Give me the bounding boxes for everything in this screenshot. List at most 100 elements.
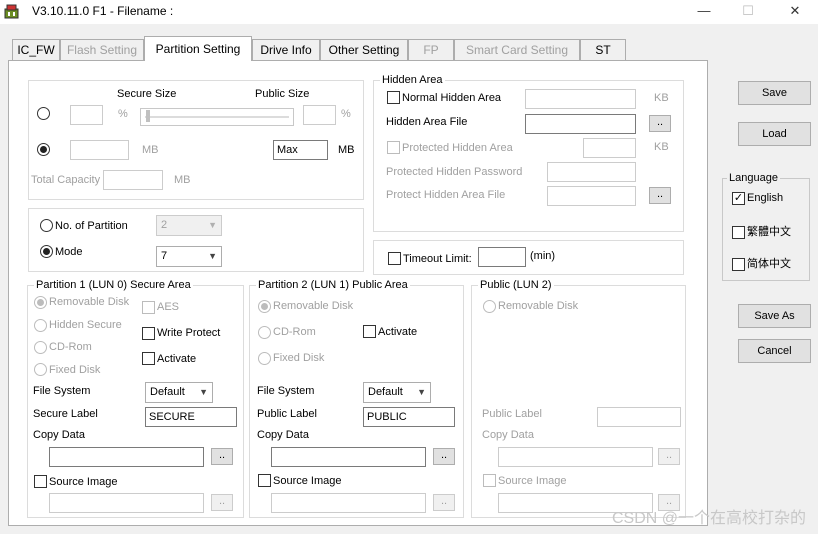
p3-label-input[interactable] — [597, 407, 681, 427]
p3-source-image-browse-button[interactable]: .. — [658, 494, 680, 511]
save-as-button[interactable]: Save As — [738, 304, 811, 328]
public-mb-input[interactable]: Max — [273, 140, 328, 160]
p1-source-image-browse-button[interactable]: .. — [211, 494, 233, 511]
p1-removable-disk-label: Removable Disk — [49, 296, 130, 308]
tab-other-setting[interactable]: Other Setting — [320, 39, 408, 60]
protected-hidden-password-label: Protected Hidden Password — [386, 166, 523, 178]
tab-fp[interactable]: FP — [408, 39, 454, 60]
p2-copy-data-browse-button[interactable]: .. — [433, 448, 455, 465]
p1-file-system-select[interactable]: Default ▼ — [145, 382, 213, 403]
p2-cd-rom-radio[interactable] — [258, 326, 271, 339]
p1-cd-rom-label: CD-Rom — [49, 341, 92, 353]
p2-copy-data-label: Copy Data — [257, 429, 309, 441]
tab-ic-fw[interactable]: IC_FW — [12, 39, 60, 60]
p1-file-system-label: File System — [33, 385, 91, 397]
protected-hidden-area-input[interactable] — [583, 138, 636, 158]
p1-copy-data-input[interactable] — [49, 447, 204, 467]
public-percent-input[interactable] — [303, 105, 336, 125]
protect-hidden-area-file-input[interactable] — [547, 186, 636, 206]
p1-source-image-label: Source Image — [49, 476, 118, 488]
total-capacity-input[interactable] — [103, 170, 163, 190]
p3-source-image-checkbox[interactable] — [483, 474, 496, 487]
size-slider-thumb[interactable] — [146, 110, 150, 122]
tab-st[interactable]: ST — [580, 39, 626, 60]
secure-percent-unit: % — [118, 108, 128, 120]
p3-removable-disk-radio[interactable] — [483, 300, 496, 313]
p1-removable-disk-radio[interactable] — [34, 296, 47, 309]
p2-fixed-disk-label: Fixed Disk — [273, 352, 325, 364]
chevron-down-icon: ▼ — [208, 251, 217, 261]
p2-activate-checkbox[interactable] — [363, 325, 376, 338]
mode-select[interactable]: 7 ▼ — [156, 246, 222, 267]
mode-label: Mode — [55, 246, 83, 258]
p2-source-image-browse-button[interactable]: .. — [433, 494, 455, 511]
p1-cd-rom-radio[interactable] — [34, 341, 47, 354]
p1-fixed-disk-radio[interactable] — [34, 363, 47, 376]
timeout-limit-input[interactable] — [478, 247, 526, 267]
p3-copy-data-browse-button[interactable]: .. — [658, 448, 680, 465]
simplified-chinese-checkbox[interactable] — [732, 258, 745, 271]
protect-hidden-area-file-label: Protect Hidden Area File — [386, 189, 506, 201]
p2-file-system-label: File System — [257, 385, 315, 397]
mode-radio[interactable] — [40, 245, 53, 258]
normal-hidden-kb-unit: KB — [654, 92, 669, 104]
secure-percent-input[interactable] — [70, 105, 103, 125]
mode-value: 7 — [161, 250, 168, 262]
p3-removable-disk-label: Removable Disk — [498, 300, 579, 312]
protected-hidden-password-input[interactable] — [547, 162, 636, 182]
normal-hidden-area-input[interactable] — [525, 89, 636, 109]
close-icon[interactable]: ✕ — [781, 2, 809, 20]
minimize-icon[interactable]: — — [690, 2, 718, 20]
cancel-button[interactable]: Cancel — [738, 339, 811, 363]
protect-hidden-area-file-browse-button[interactable]: .. — [649, 187, 671, 204]
tab-drive-info[interactable]: Drive Info — [252, 39, 320, 60]
no-of-partition-radio[interactable] — [40, 219, 53, 232]
p1-write-protect-label: Write Protect — [157, 327, 221, 339]
tab-smart-card-setting[interactable]: Smart Card Setting — [454, 39, 580, 60]
maximize-icon[interactable]: ☐ — [734, 2, 762, 20]
p3-label-label: Public Label — [482, 408, 542, 420]
p1-copy-data-browse-button[interactable]: .. — [211, 448, 233, 465]
p3-copy-data-input[interactable] — [498, 447, 653, 467]
no-of-partition-select[interactable]: 2 ▼ — [156, 215, 222, 236]
timeout-limit-checkbox[interactable] — [388, 252, 401, 265]
p2-source-image-label: Source Image — [273, 475, 342, 487]
normal-hidden-area-checkbox[interactable] — [387, 91, 400, 104]
p2-removable-disk-label: Removable Disk — [273, 300, 354, 312]
p1-activate-checkbox[interactable] — [142, 352, 155, 365]
p1-label-label: Secure Label — [33, 408, 98, 420]
p1-write-protect-checkbox[interactable] — [142, 327, 155, 340]
english-checkbox[interactable]: ✓ — [732, 192, 745, 205]
secure-mb-input[interactable] — [70, 140, 129, 160]
chevron-down-icon: ▼ — [208, 220, 217, 230]
chevron-down-icon: ▼ — [199, 387, 208, 397]
p1-source-image-checkbox[interactable] — [34, 475, 47, 488]
percent-mode-radio[interactable] — [37, 107, 50, 120]
hidden-area-file-input[interactable] — [525, 114, 636, 134]
p2-removable-disk-radio[interactable] — [258, 300, 271, 313]
save-button[interactable]: Save — [738, 81, 811, 105]
hidden-area-file-browse-button[interactable]: .. — [649, 115, 671, 132]
tab-flash-setting[interactable]: Flash Setting — [60, 39, 144, 60]
load-button[interactable]: Load — [738, 122, 811, 146]
hidden-area-title: Hidden Area — [380, 73, 445, 87]
tab-partition-setting[interactable]: Partition Setting — [144, 36, 252, 61]
p2-label-input[interactable]: PUBLIC — [363, 407, 455, 427]
p2-copy-data-input[interactable] — [271, 447, 426, 467]
p1-file-system-value: Default — [150, 386, 185, 398]
protected-hidden-area-checkbox[interactable] — [387, 141, 400, 154]
p2-source-image-checkbox[interactable] — [258, 474, 271, 487]
p1-label-input[interactable]: SECURE — [145, 407, 237, 427]
p2-fixed-disk-radio[interactable] — [258, 352, 271, 365]
mb-mode-radio[interactable] — [37, 143, 50, 156]
p1-source-image-input[interactable] — [49, 493, 204, 513]
public-size-label: Public Size — [255, 88, 310, 100]
traditional-chinese-checkbox[interactable] — [732, 226, 745, 239]
size-slider[interactable] — [140, 108, 294, 126]
p2-file-system-select[interactable]: Default ▼ — [363, 382, 431, 403]
watermark-text: CSDN @一个在高校打杂的 — [611, 510, 806, 527]
p1-hidden-secure-radio[interactable] — [34, 319, 47, 332]
p1-aes-checkbox[interactable] — [142, 301, 155, 314]
public-lun2-title: Public (LUN 2) — [478, 278, 554, 292]
p2-source-image-input[interactable] — [271, 493, 426, 513]
